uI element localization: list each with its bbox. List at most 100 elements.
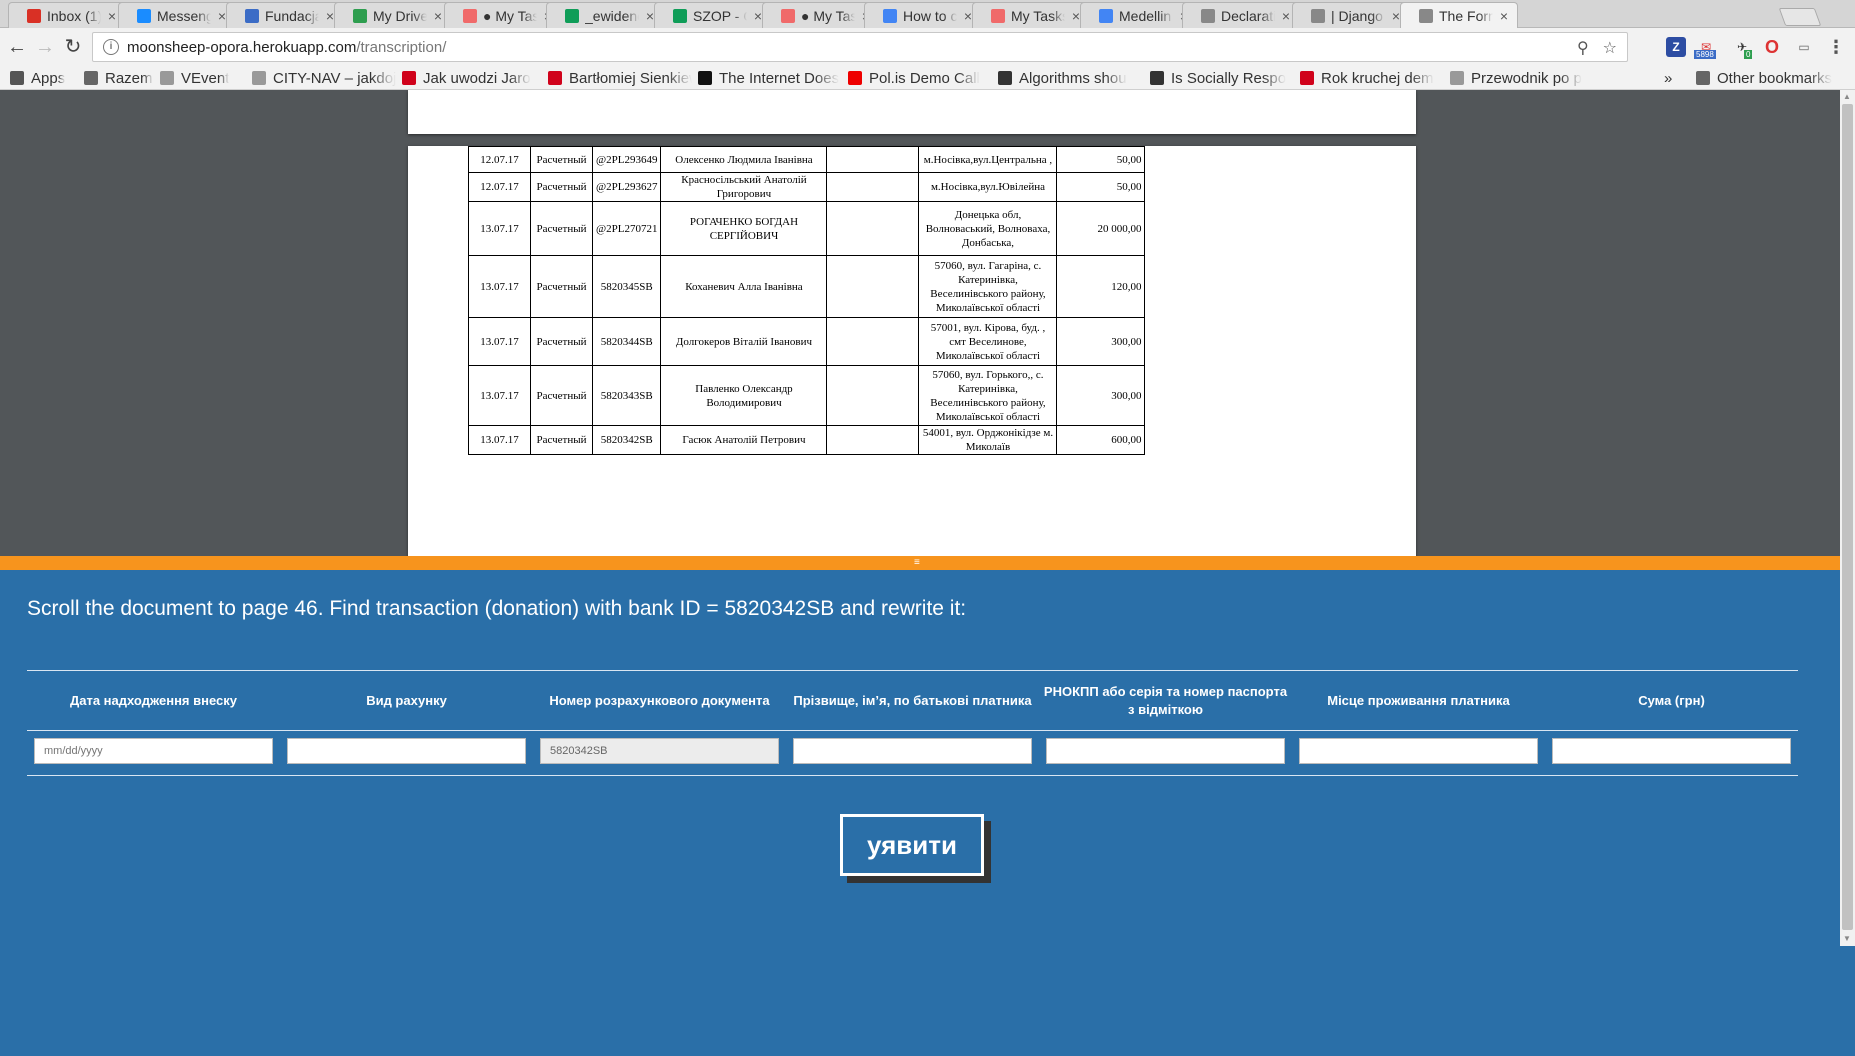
- browser-tab[interactable]: _ewidencja×: [546, 2, 664, 28]
- bookmark-item[interactable]: Jak uwodzi Jaro: [402, 68, 542, 88]
- bookmark-item[interactable]: Bartłomiej Sienkiewicz: [548, 68, 692, 88]
- amount-input[interactable]: [1552, 738, 1791, 764]
- browser-tab[interactable]: Declarati ×: [1182, 2, 1300, 28]
- close-tab-icon[interactable]: ×: [431, 8, 445, 24]
- bookmark-item[interactable]: Pol.is Demo Call: [848, 68, 992, 88]
- browser-tab[interactable]: Inbox (1) ×: [8, 2, 126, 28]
- info-icon[interactable]: i: [103, 39, 119, 55]
- browser-tab[interactable]: The Form×: [1400, 2, 1518, 28]
- close-tab-icon[interactable]: ×: [1279, 8, 1293, 24]
- document-page-previous: [408, 90, 1416, 134]
- search-icon[interactable]: ⚲: [1577, 38, 1589, 58]
- bookmark-item[interactable]: The Internet Does: [698, 68, 842, 88]
- document-cell-type: Расчетный: [530, 425, 593, 455]
- tax-id-input[interactable]: [1046, 738, 1285, 764]
- document-number-input[interactable]: [540, 738, 779, 764]
- document-cell-addr: м.Носівка,вул.Центральна ,: [918, 146, 1058, 173]
- scroll-down-arrow-icon[interactable]: ▼: [1843, 934, 1851, 943]
- document-cell-date: 13.07.17: [468, 365, 531, 426]
- account-type-input[interactable]: [287, 738, 526, 764]
- new-tab-button[interactable]: [1778, 8, 1822, 26]
- browser-tab[interactable]: How to c ×: [864, 2, 982, 28]
- scroll-up-arrow-icon[interactable]: ▲: [1843, 92, 1851, 101]
- scrollbar-thumb[interactable]: [1842, 104, 1853, 930]
- browser-tab[interactable]: Fundacja ×: [226, 2, 344, 28]
- more-bookmarks-chevron-icon[interactable]: »: [1664, 68, 1680, 88]
- document-cell-type: Расчетный: [530, 146, 593, 173]
- bookmark-label: Razem: [105, 69, 153, 87]
- browser-tab[interactable]: ● My Tasks×: [444, 2, 562, 28]
- bookmark-item[interactable]: VEvent: [160, 68, 244, 88]
- bookmark-item[interactable]: CITY-NAV – jakdojade: [252, 68, 396, 88]
- document-cell-payer_id: [826, 317, 920, 366]
- bookmark-label: VEvent: [181, 69, 230, 87]
- browser-tab[interactable]: Messenger×: [118, 2, 236, 28]
- bookmark-item[interactable]: Przewodnik po p: [1450, 68, 1590, 88]
- form-input-row: [27, 738, 1798, 764]
- bookmark-item[interactable]: Apps: [10, 68, 74, 88]
- reload-icon[interactable]: ↻: [62, 36, 84, 58]
- back-arrow-icon[interactable]: ←: [6, 36, 28, 58]
- document-table-row: 13.07.17 Расчетный 5820343SB Павленко Олекс…: [468, 365, 1146, 426]
- opera-extension-icon[interactable]: O: [1762, 37, 1782, 57]
- transactions-table: 12.07.17 Расчетный @2PL293649 Олексенко Люд…: [468, 146, 1146, 455]
- bookmark-item[interactable]: Is Socially Respo: [1150, 68, 1294, 88]
- close-tab-icon[interactable]: ×: [1497, 8, 1511, 24]
- gmail-icon: [27, 8, 41, 23]
- page-scrollbar[interactable]: ▲ ▼: [1840, 90, 1855, 946]
- date-input[interactable]: [34, 738, 273, 764]
- bookmark-item[interactable]: Algorithms shou: [998, 68, 1142, 88]
- submit-button[interactable]: уявити: [840, 814, 984, 876]
- document-table-row: 12.07.17 Расчетный @2PL293627 Красносільськ…: [468, 172, 1146, 202]
- document-cell-payer_id: [826, 201, 920, 256]
- browser-tab[interactable]: SZOP - Go×: [654, 2, 772, 28]
- bookmark-label: Other bookmarks: [1717, 69, 1833, 87]
- header-date: Дата надходження внеску: [69, 692, 237, 708]
- document-cell-name: РОГАЧЕНКО БОГДАН СЕРГІЙОВИЧ: [660, 201, 828, 256]
- asana-icon: [781, 8, 795, 23]
- document-table-row: 13.07.17 Расчетный 5820344SB Долгокеров Віт…: [468, 317, 1146, 366]
- browser-tab[interactable]: Medellin×: [1080, 2, 1198, 28]
- document-cell-addr: 57001, вул. Кірова, буд. , смт Веселинов…: [918, 317, 1058, 366]
- address-bar[interactable]: i moonsheep-opora.herokuapp.com/transcri…: [92, 32, 1628, 62]
- star-icon[interactable]: ☆: [1603, 38, 1617, 58]
- extension-badge: 5898: [1694, 50, 1716, 59]
- document-cell-addr: Донецька обл, Волноваський, Волноваха, Д…: [918, 201, 1058, 256]
- menu-icon[interactable]: ⋮: [1826, 37, 1846, 57]
- document-table-row: 13.07.17 Расчетный @2PL270721 РОГАЧЕНКО БОГ…: [468, 201, 1146, 256]
- zotero-extension-icon[interactable]: Z: [1666, 37, 1686, 57]
- document-cell-type: Расчетный: [530, 255, 593, 318]
- document-cell-date: 12.07.17: [468, 146, 531, 173]
- resize-splitter[interactable]: ≡: [0, 556, 1840, 570]
- asana-icon: [991, 8, 1005, 23]
- document-viewer[interactable]: 12.07.17 Расчетный @2PL293649 Олексенко Люд…: [0, 90, 1855, 556]
- forward-arrow-icon[interactable]: →: [34, 36, 56, 58]
- browser-tab[interactable]: ● My Tasks×: [762, 2, 880, 28]
- bookmark-item[interactable]: Razem: [84, 68, 154, 88]
- document-cell-type: Расчетный: [530, 201, 593, 256]
- document-cell-payer_id: [826, 146, 920, 173]
- browser-tab[interactable]: My Tasks ×: [972, 2, 1090, 28]
- splitter-grip-icon[interactable]: ≡: [914, 556, 920, 570]
- bookmark-item[interactable]: Other bookmarks: [1696, 68, 1846, 88]
- header-tax-id: РНОКПП або серія та номер паспорта з від…: [1043, 683, 1288, 717]
- close-tab-icon[interactable]: ×: [105, 8, 119, 24]
- browser-tab[interactable]: | Django ×: [1292, 2, 1410, 28]
- bookmark-red-icon: [548, 71, 562, 85]
- document-table-row: 12.07.17 Расчетный @2PL293649 Олексенко Люд…: [468, 146, 1146, 173]
- document-table-row: 13.07.17 Расчетный 5820345SB Коханевич Алла…: [468, 255, 1146, 318]
- document-cell-addr: м.Носівка,вул.Ювілейна: [918, 172, 1058, 202]
- document-cell-addr: 57060, вул. Гагаріна, с. Катеринівка, Ве…: [918, 255, 1058, 318]
- tab-label: Fundacja: [265, 7, 319, 24]
- bookmark-item[interactable]: Rok kruchej dem: [1300, 68, 1444, 88]
- sheets-icon: [565, 8, 579, 23]
- residence-input[interactable]: [1299, 738, 1538, 764]
- asana-icon: [463, 8, 477, 23]
- browser-tab[interactable]: My Drive ×: [334, 2, 452, 28]
- drive-icon: [353, 8, 367, 23]
- chat-extension-icon[interactable]: ▭: [1794, 37, 1814, 57]
- bookmark-label: Is Socially Respo: [1171, 69, 1287, 87]
- tab-label: SZOP - Go: [693, 7, 747, 24]
- payer-name-input[interactable]: [793, 738, 1032, 764]
- page-icon: [160, 71, 174, 85]
